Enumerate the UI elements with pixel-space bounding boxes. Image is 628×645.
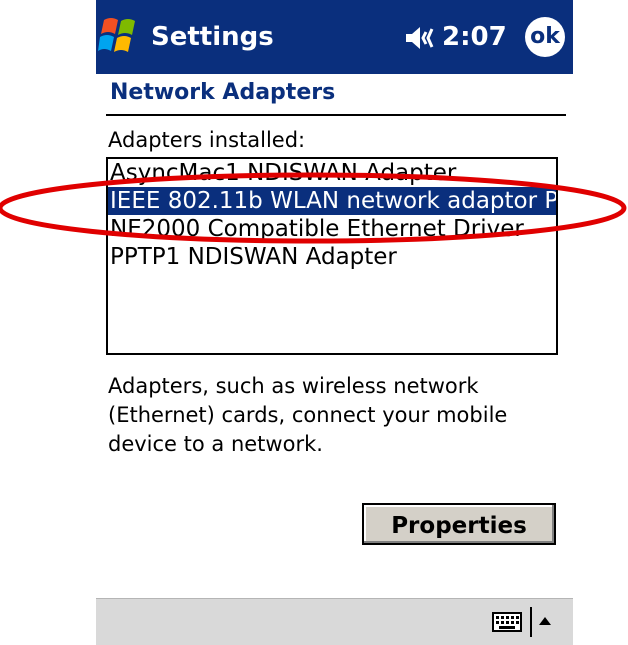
ok-button[interactable]: ok (525, 17, 565, 57)
app-title: Settings (151, 22, 274, 52)
adapters-listbox[interactable]: AsyncMac1 NDISWAN Adapter IEEE 802.11b W… (106, 157, 558, 355)
list-item[interactable]: AsyncMac1 NDISWAN Adapter (108, 159, 556, 187)
up-arrow-icon[interactable] (538, 613, 552, 627)
list-item[interactable]: NE2000 Compatible Ethernet Driver (108, 215, 556, 243)
keyboard-icon[interactable] (492, 612, 522, 632)
speaker-icon[interactable] (404, 24, 438, 52)
description-text: Adapters, such as wireless network (Ethe… (108, 374, 508, 456)
pocketpc-screen: Settings 2:07 ok Network Adapters Adapte… (96, 0, 573, 645)
adapters-installed-label: Adapters installed: (108, 128, 306, 152)
navigation-bar: Settings 2:07 ok (96, 0, 573, 74)
start-button[interactable] (98, 14, 144, 58)
list-item-selected[interactable]: IEEE 802.11b WLAN network adaptor P (108, 187, 556, 215)
title-divider (106, 114, 566, 116)
properties-button[interactable]: Properties (362, 503, 556, 545)
menu-bar (96, 598, 573, 645)
windows-flag-icon (98, 18, 135, 52)
page-title: Network Adapters (110, 80, 336, 105)
list-item[interactable]: PPTP1 NDISWAN Adapter (108, 243, 556, 271)
menu-separator (530, 607, 532, 637)
clock[interactable]: 2:07 (442, 22, 507, 52)
